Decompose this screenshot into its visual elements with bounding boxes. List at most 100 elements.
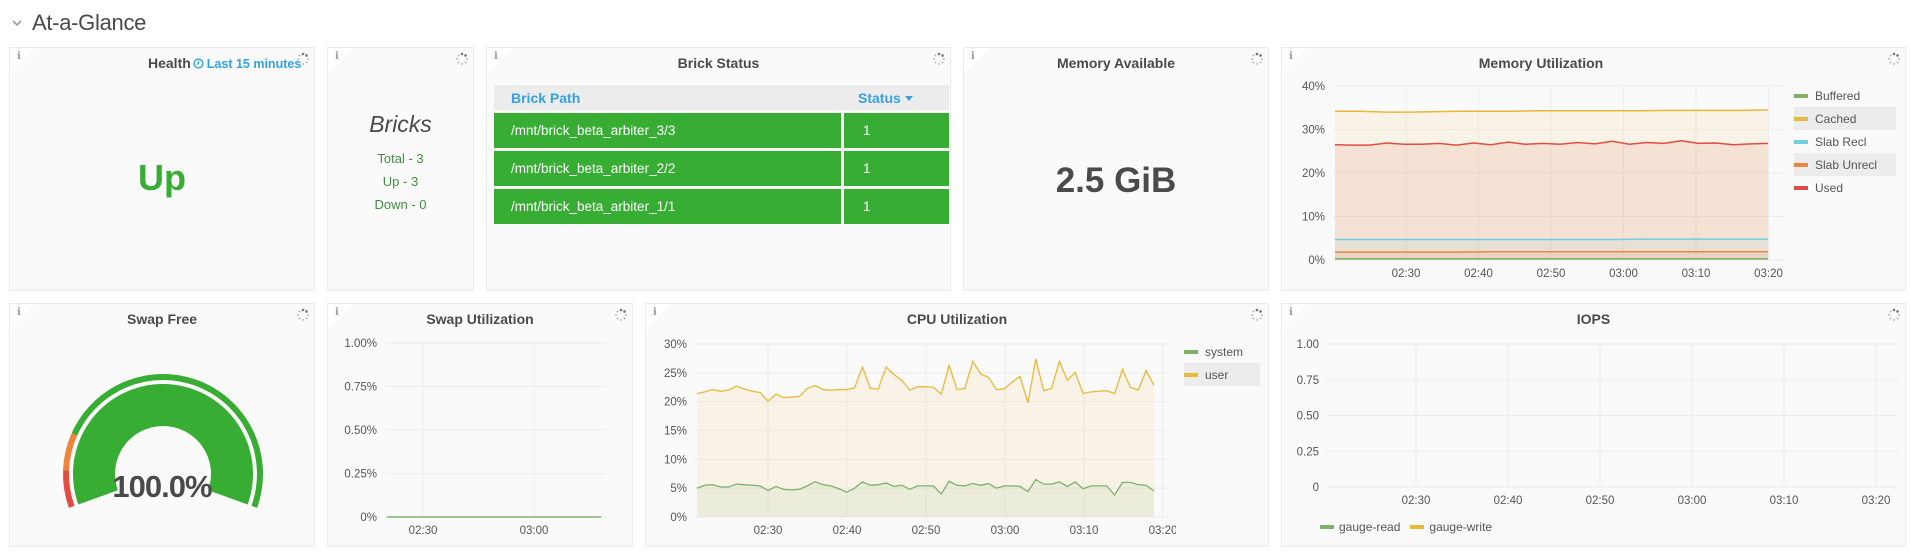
y-tick-label: 25% [664, 368, 687, 380]
memory-legend: Buffered Cached Slab Recl Slab Unrecl Used [1794, 84, 1896, 199]
legend-label: gauge-read [1339, 520, 1401, 534]
sort-desc-icon [904, 96, 913, 102]
legend-item-slab-unrecl[interactable]: Slab Unrecl [1794, 153, 1896, 176]
legend-swatch [1794, 162, 1808, 167]
health-value: Up [138, 157, 186, 198]
panel-title: Memory Available [1056, 55, 1175, 71]
cell-brick-path: /mnt/brick_beta_arbiter_2/2 [494, 151, 841, 186]
y-tick-label: 0 [1313, 482, 1319, 494]
y-tick-label: 1.00% [344, 338, 377, 350]
panel-swap-free: i Swap Free 100.0% [9, 303, 315, 547]
x-tick-label: 02:50 [1537, 268, 1566, 280]
legend-label: gauge-write [1429, 520, 1493, 534]
legend-label: Slab Unrecl [1815, 157, 1878, 172]
legend-item-system[interactable]: system [1184, 340, 1260, 363]
swap-utilization-chart: 0% 0.25% 0.50% 0.75% 1.00% 02:30 03:00 [344, 338, 606, 537]
legend-label: Used [1815, 180, 1844, 195]
memory-utilization-chart: 0% 10% 20% 30% 40% 02:30 02:40 02:50 03:00 03:10 0… [1302, 81, 1784, 280]
x-tick-label: 03:20 [1862, 495, 1891, 507]
iops-chart: 0 0.25 0.50 0.75 1.00 02:30 02:40 02:50 03:00 03:… [1297, 339, 1897, 507]
legend-item-cached[interactable]: Cached [1794, 107, 1896, 130]
time-override-label: Last 15 minutes [206, 57, 302, 71]
bricks-title: Bricks [369, 111, 432, 137]
x-tick-label: 02:50 [1586, 495, 1615, 507]
y-tick-label: 0.75% [344, 382, 377, 394]
spinner-dot [464, 61, 467, 64]
table-row: /mnt/brick_beta_arbiter_1/1 1 [494, 189, 949, 224]
spinner-dot [1888, 58, 1890, 60]
x-tick-label: 02:40 [833, 525, 862, 537]
y-tick-label: 0% [670, 512, 687, 524]
row-collapse-toggle[interactable]: At-a-Glance [10, 8, 146, 38]
spinner-dot [457, 54, 460, 57]
legend-label: Cached [1815, 111, 1857, 126]
y-tick-label: 0.25% [344, 469, 377, 481]
x-tick-label: 02:30 [754, 525, 783, 537]
cell-brick-path: /mnt/brick_beta_arbiter_1/1 [494, 189, 841, 224]
panel-title: Brick Status [677, 55, 760, 71]
loading-spinner-icon [456, 52, 468, 65]
spinner-dot [1896, 61, 1899, 64]
cell-status: 1 [841, 113, 949, 148]
legend-swatch [1794, 185, 1808, 190]
legend-item-user[interactable]: user [1184, 363, 1260, 386]
x-tick-label: 02:40 [1494, 495, 1523, 507]
column-header-brick-path[interactable]: Brick Path [494, 85, 841, 110]
panel-bricks: i Bricks Total - 3 Up - 3 Down - 0 [327, 47, 474, 291]
column-header-status[interactable]: Status [841, 85, 949, 110]
legend-item-buffered[interactable]: Buffered [1794, 84, 1896, 107]
y-tick-label: 1.00 [1297, 339, 1319, 351]
legend-item-gauge-read[interactable]: gauge-read [1320, 520, 1400, 534]
cell-brick-path: /mnt/brick_beta_arbiter_3/3 [494, 113, 841, 148]
iops-legend: gauge-read gauge-write [1320, 520, 1502, 534]
row-title: At-a-Glance [32, 10, 147, 35]
spinner-dot [457, 61, 460, 64]
spinner-dot [1889, 54, 1892, 57]
brick-status-table: Brick Path Status /mnt/brick_beta_arbite… [494, 82, 949, 227]
legend-item-used[interactable]: Used [1794, 176, 1896, 199]
x-tick-label: 02:40 [1464, 268, 1493, 280]
memory-available-value: 2.5 GiB [1055, 161, 1177, 200]
info-icon[interactable]: i [335, 51, 339, 62]
panel-memory-utilization: i Memory Utilization 0% 10% 20% 30% 40% 02:30… [1281, 47, 1906, 291]
panel-title-row: Health Last 15 minutes [50, 55, 314, 71]
y-tick-label: 0% [360, 512, 377, 524]
legend-item-gauge-write[interactable]: gauge-write [1410, 520, 1492, 534]
cpu-utilization-chart: 0% 5% 10% 15% 20% 25% 30% 02:30 02:40 02:50 03:00 0… [664, 339, 1176, 537]
y-tick-label: 40% [1302, 81, 1325, 93]
panel-iops: i IOPS 0 0.25 0.50 0.75 1.00 02:30 02:40 02:50 0… [1281, 303, 1906, 547]
spinner-dot [1892, 52, 1896, 56]
panel-brick-status: i Brick Status Brick Path Status /mnt/br… [486, 47, 951, 291]
legend-label: user [1205, 367, 1229, 382]
x-tick-label: 03:00 [991, 525, 1020, 537]
y-tick-label: 0% [1308, 255, 1325, 267]
panel-swap-utilization: i Swap Utilization 0% 0.25% 0.50% 0.75% 1.00… [327, 303, 633, 547]
legend-swatch [1184, 372, 1198, 377]
cell-status: 1 [841, 151, 949, 186]
x-tick-label: 03:00 [520, 525, 549, 537]
chevron-down-icon [12, 20, 22, 27]
table-row: /mnt/brick_beta_arbiter_3/3 1 [494, 113, 949, 148]
y-tick-label: 20% [664, 397, 687, 409]
spinner-dot [456, 58, 458, 60]
legend-item-slab-recl[interactable]: Slab Recl [1794, 130, 1896, 153]
y-tick-label: 30% [1302, 125, 1325, 137]
spinner-dot [466, 58, 468, 60]
spinner-dot [1889, 61, 1892, 64]
spinner-dot [1893, 63, 1895, 65]
bricks-up: Up - 3 [382, 174, 419, 189]
cell-status: 1 [841, 189, 949, 224]
spinner-dot [461, 63, 463, 65]
x-tick-label: 03:00 [1609, 268, 1638, 280]
loading-spinner-icon [1888, 52, 1900, 65]
table-row: /mnt/brick_beta_arbiter_2/2 1 [494, 151, 949, 186]
time-override[interactable]: Last 15 minutes [193, 57, 301, 71]
x-tick-label: 02:30 [1402, 495, 1431, 507]
clock-icon [193, 58, 204, 69]
info-icon[interactable]: i [17, 51, 21, 62]
legend-label: Buffered [1815, 88, 1861, 103]
x-tick-label: 03:20 [1149, 525, 1176, 537]
x-tick-label: 02:30 [409, 525, 438, 537]
legend-swatch [1320, 525, 1334, 529]
y-tick-label: 0.25 [1297, 446, 1319, 458]
